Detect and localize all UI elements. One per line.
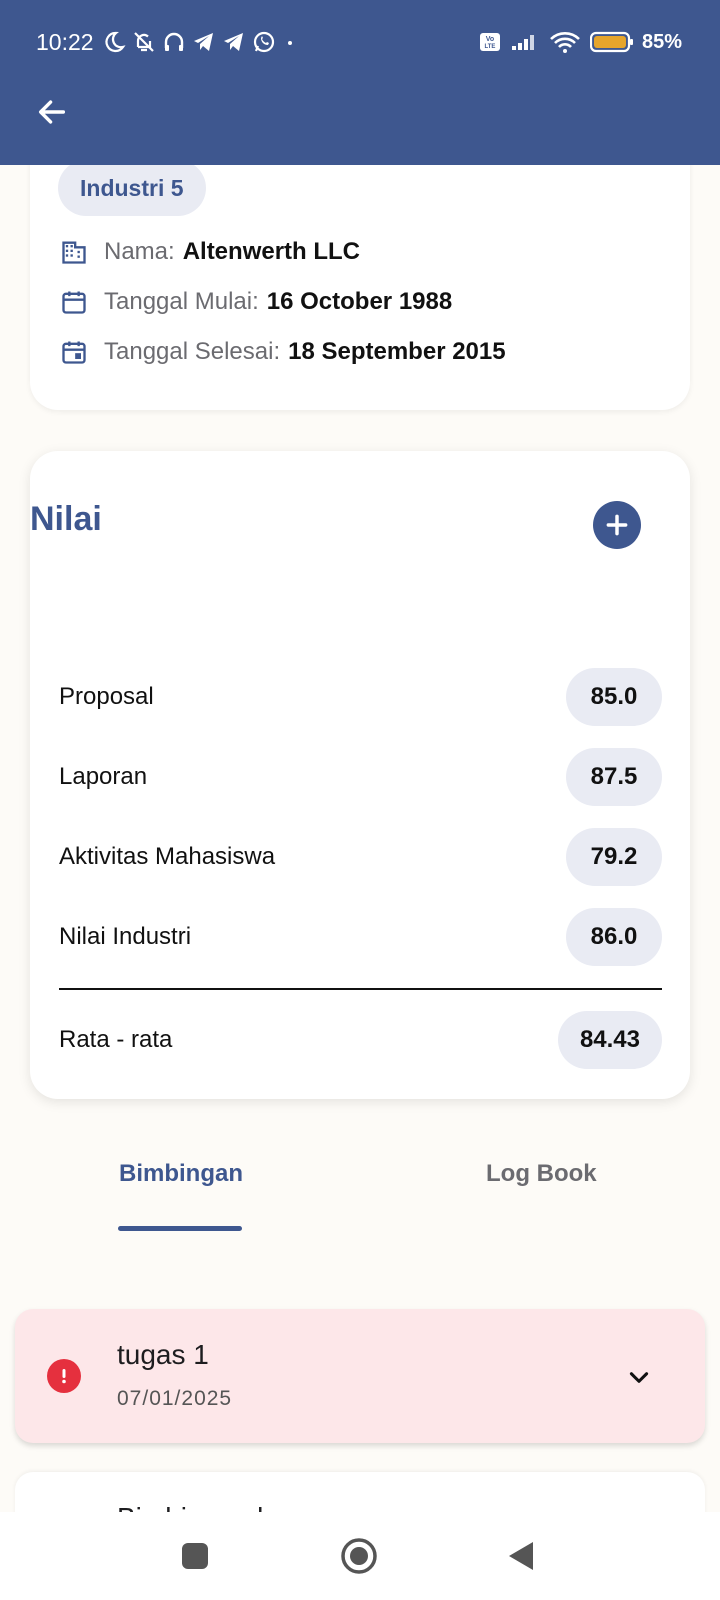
- signal-icon: [511, 35, 534, 50]
- whatsapp-icon: [253, 31, 274, 53]
- grade-label: Nilai Industri: [59, 923, 192, 950]
- tanggal-mulai-value: 16 October 1988: [266, 288, 453, 315]
- grade-row-proposal: Proposal 85.0: [59, 668, 662, 726]
- tugas-date: 07/01/2025: [117, 1387, 233, 1410]
- calendar-event-icon: [62, 341, 86, 364]
- wifi-icon: [550, 32, 580, 53]
- tanggal-selesai-row: Tanggal Selesai: 18 September 2015: [60, 332, 506, 372]
- telegram-icon: [223, 33, 243, 51]
- plus-icon: [606, 514, 628, 536]
- battery-icon: [589, 31, 633, 53]
- telegram-icon: [193, 33, 213, 51]
- grade-value: 86.0: [566, 908, 662, 966]
- home-icon: [341, 1538, 377, 1574]
- nama-value: Altenwerth LLC: [182, 238, 361, 265]
- tab-bimbingan[interactable]: Bimbingan: [119, 1160, 243, 1188]
- grade-row-nilai-industri: Nilai Industri 86.0: [59, 908, 662, 966]
- add-nilai-button[interactable]: [593, 501, 641, 549]
- back-button[interactable]: [28, 88, 76, 136]
- status-bar: 10:22 Vo LTE 85%: [0, 22, 720, 62]
- tugas-title: tugas 1: [117, 1339, 209, 1370]
- chevron-down-icon[interactable]: [625, 1363, 653, 1391]
- headset-icon: [164, 32, 183, 51]
- svg-text:LTE: LTE: [485, 44, 496, 50]
- status-time: 10:22: [36, 28, 94, 55]
- bell-off-icon: [133, 32, 154, 52]
- tanggal-mulai-label: Tanggal Mulai:: [104, 288, 259, 315]
- app-bar: 10:22 Vo LTE 85%: [0, 0, 720, 165]
- industry-chip: Industri 5: [58, 160, 206, 216]
- grade-row-average: Rata - rata 84.43: [59, 1011, 662, 1069]
- grade-row-aktivitas: Aktivitas Mahasiswa 79.2: [59, 828, 662, 886]
- building-icon: [62, 241, 86, 264]
- tab-indicator: [118, 1226, 242, 1231]
- system-nav-bar: [0, 1512, 720, 1600]
- grade-label: Aktivitas Mahasiswa: [59, 843, 276, 870]
- nama-row: Nama: Altenwerth LLC: [60, 232, 360, 272]
- nama-label: Nama:: [104, 238, 175, 265]
- average-label: Rata - rata: [59, 1026, 173, 1053]
- grade-row-laporan: Laporan 87.5: [59, 748, 662, 806]
- dot-icon: [287, 41, 292, 45]
- recents-icon: [182, 1543, 208, 1569]
- tanggal-selesai-value: 18 September 2015: [288, 338, 506, 365]
- nilai-title: Nilai: [30, 500, 102, 538]
- grade-value: 87.5: [566, 748, 662, 806]
- grade-value: 79.2: [566, 828, 662, 886]
- tugas-item[interactable]: tugas 1 07/01/2025: [15, 1309, 705, 1443]
- tanggal-selesai-label: Tanggal Selesai:: [104, 338, 281, 365]
- grade-label: Proposal: [59, 683, 154, 710]
- battery-percent: 85%: [641, 30, 682, 53]
- svg-text:Vo: Vo: [486, 36, 494, 43]
- back-icon: [509, 1542, 533, 1570]
- grade-value: 85.0: [566, 668, 662, 726]
- volte-icon: VoLTE: [479, 33, 500, 51]
- divider: [59, 988, 662, 990]
- home-button[interactable]: [335, 1532, 383, 1580]
- tanggal-mulai-row: Tanggal Mulai: 16 October 1988: [60, 282, 452, 322]
- average-value: 84.43: [557, 1011, 662, 1069]
- alert-icon: [47, 1359, 81, 1393]
- arrow-left-icon: [38, 100, 66, 124]
- calendar-icon: [62, 291, 86, 314]
- moon-icon: [105, 31, 126, 53]
- grade-label: Laporan: [59, 763, 148, 790]
- back-nav-button[interactable]: [497, 1532, 545, 1580]
- tab-log-book[interactable]: Log Book: [486, 1160, 597, 1188]
- recents-button[interactable]: [171, 1532, 219, 1580]
